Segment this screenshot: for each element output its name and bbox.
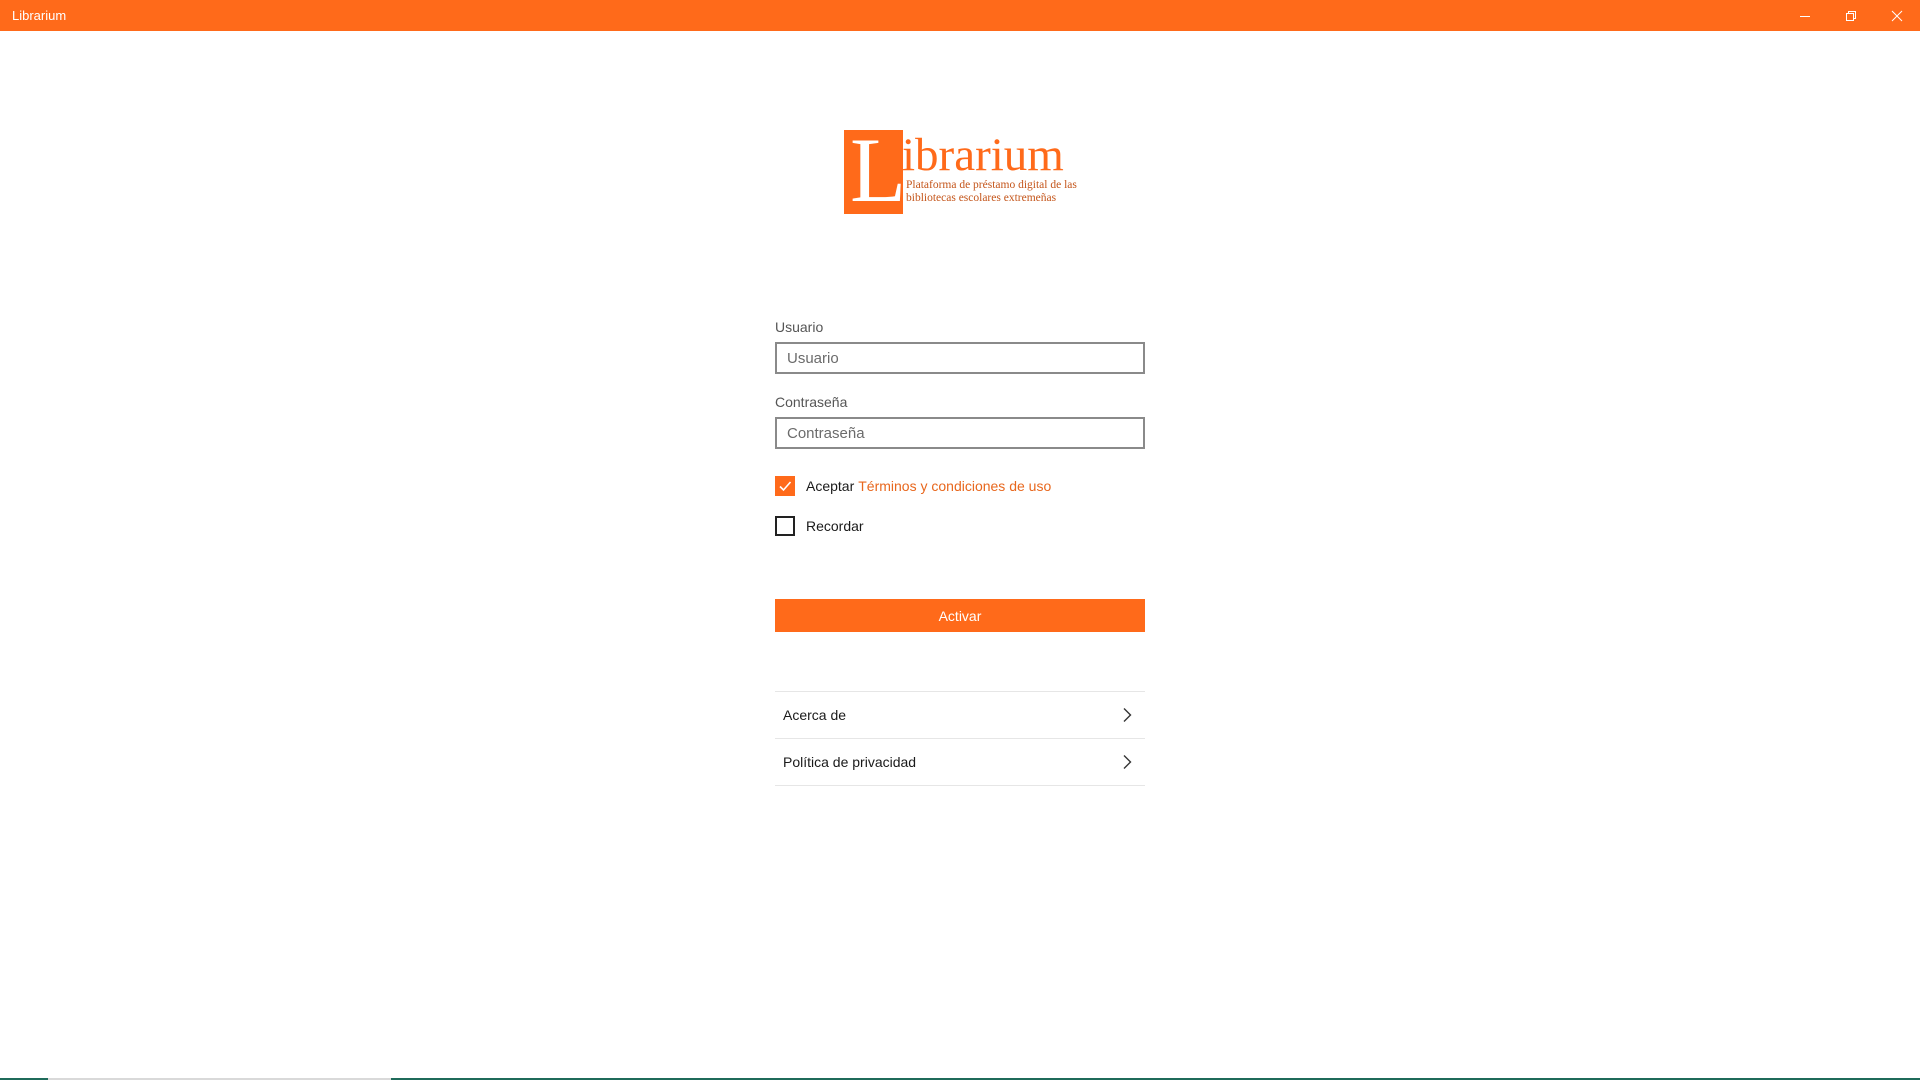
- nav-item-label: Política de privacidad: [783, 754, 917, 770]
- window-title: Librarium: [12, 8, 67, 23]
- logo-letter-block: L: [844, 124, 906, 216]
- nav-item-privacy-policy[interactable]: Política de privacidad: [775, 739, 1145, 786]
- nav-list: Acerca de Política de privacidad: [775, 691, 1145, 786]
- restore-icon: [1846, 10, 1856, 21]
- password-label: Contraseña: [775, 394, 848, 410]
- accept-terms-label[interactable]: Aceptar: [806, 478, 854, 494]
- remember-checkbox[interactable]: [775, 516, 795, 536]
- minimize-button[interactable]: [1782, 0, 1828, 31]
- close-button[interactable]: [1874, 0, 1920, 31]
- logo-wordmark: ibrarium: [902, 129, 1064, 181]
- password-input[interactable]: [775, 417, 1145, 449]
- nav-item-about[interactable]: Acerca de: [775, 692, 1145, 739]
- remember-label[interactable]: Recordar: [806, 518, 864, 534]
- activate-button[interactable]: Activar: [775, 599, 1145, 632]
- title-bar: Librarium: [0, 0, 1920, 31]
- username-input[interactable]: [775, 342, 1145, 374]
- close-icon: [1891, 10, 1903, 21]
- restore-button[interactable]: [1828, 0, 1874, 31]
- logo-letter: L: [850, 119, 907, 221]
- chevron-right-icon: [1123, 755, 1132, 769]
- logo-tagline: Plataforma de préstamo digital de las bi…: [906, 179, 1077, 204]
- librarium-logo: L ibrarium Plataforma de préstamo digita…: [844, 124, 1080, 216]
- remember-row: Recordar: [775, 516, 1145, 536]
- accept-terms-checkbox[interactable]: [775, 476, 795, 496]
- login-form: Usuario Contraseña Aceptar Términos y co…: [775, 318, 1145, 786]
- username-label: Usuario: [775, 319, 824, 335]
- minimize-icon: [1800, 15, 1810, 17]
- checkmark-icon: [779, 481, 792, 492]
- accept-terms-row: Aceptar Términos y condiciones de uso: [775, 476, 1145, 496]
- nav-item-label: Acerca de: [783, 707, 847, 723]
- chevron-right-icon: [1123, 708, 1132, 722]
- terms-link[interactable]: Términos y condiciones de uso: [858, 478, 1051, 494]
